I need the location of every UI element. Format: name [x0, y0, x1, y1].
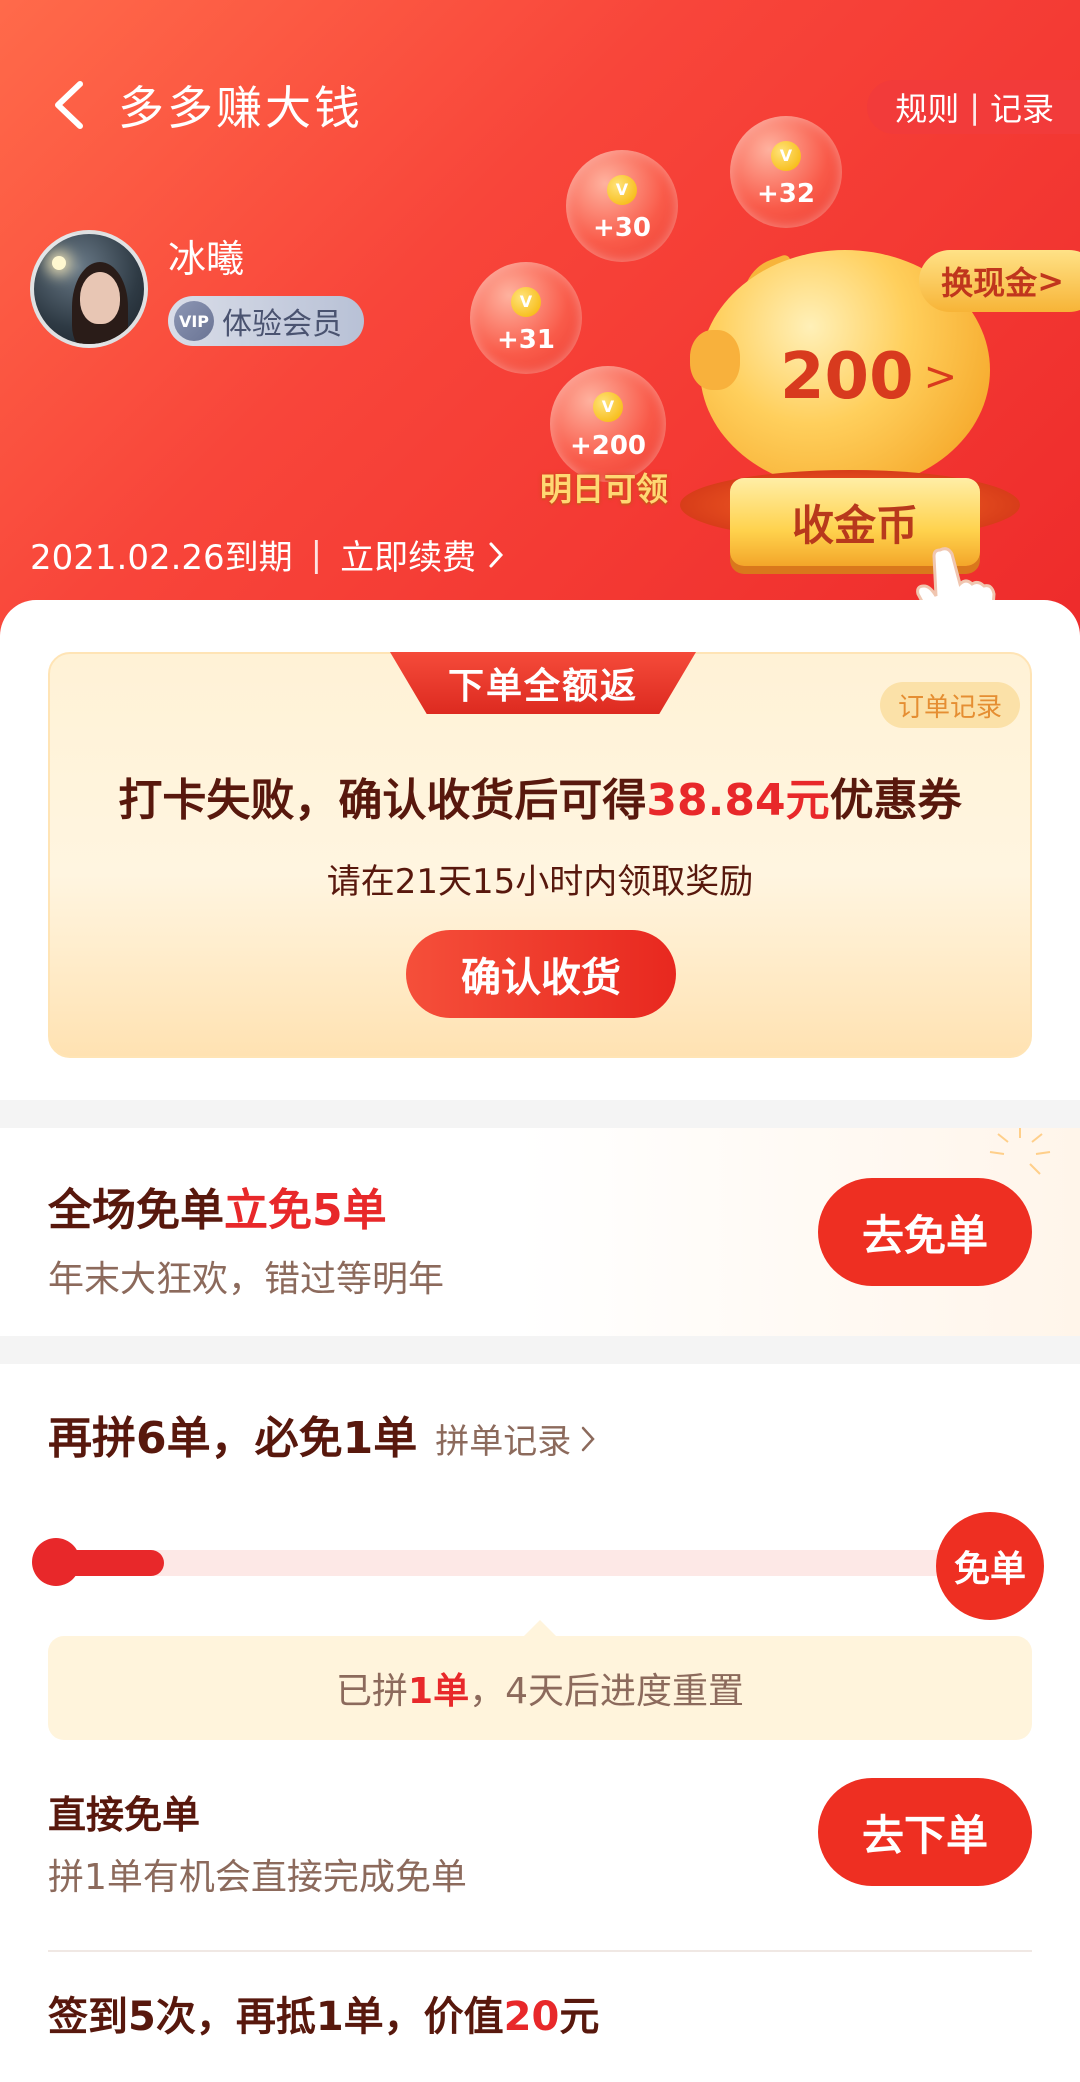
rules-records-pill: 规则 | 记录: [867, 80, 1080, 134]
free-goal-badge: 免单: [936, 1512, 1044, 1620]
rebate-deadline: 请在21天15小时内领取奖励: [326, 862, 754, 902]
confirm-receipt-button[interactable]: 确认收货: [406, 930, 676, 1018]
membership-expiry: 2021.02.26到期 | 立即续费: [30, 530, 504, 579]
free-promo-prefix: 全场免单: [48, 1185, 224, 1236]
coin-amount: +32: [757, 178, 815, 209]
piggy-coin-value[interactable]: 200 >: [780, 340, 957, 414]
expiry-separator: |: [310, 534, 323, 575]
vip-label: 体验会员: [222, 307, 342, 342]
note-prefix: 已拼: [336, 1671, 409, 1712]
page-title: 多多赚大钱: [118, 81, 363, 135]
exchange-arrow: >: [1037, 262, 1064, 300]
section-divider: [0, 1100, 1080, 1128]
avatar-face: [80, 272, 120, 324]
sign-suffix: 元: [559, 1994, 600, 2040]
main-content: 下单全额返 订单记录 打卡失败，确认收货后可得38.84元优惠券 请在21天15…: [0, 600, 1080, 2082]
free-promo-title: 全场免单立免5单: [48, 1174, 387, 1238]
group-record-label: 拼单记录: [435, 1422, 572, 1462]
vip-badge: VIP 体验会员: [168, 296, 364, 346]
vip-icon: VIP: [174, 301, 214, 341]
progress-note: 已拼 1单 ，4天后进度重置: [48, 1636, 1032, 1740]
free-promo-section: 全场免单立免5单 年末大狂欢，错过等明年 去免单: [0, 1128, 1080, 1336]
divider: [48, 1950, 1032, 1952]
coin-icon: V: [771, 140, 801, 171]
free-promo-subtitle: 年末大狂欢，错过等明年: [48, 1259, 445, 1300]
chevron-right-icon: [581, 1426, 595, 1451]
records-link[interactable]: 记录: [990, 84, 1054, 130]
piggy-snout: [690, 330, 740, 390]
free-promo-highlight: 立免5单: [224, 1185, 387, 1236]
expiry-date: 2021.02.26到期: [30, 538, 293, 578]
group-record-link[interactable]: 拼单记录: [435, 1414, 595, 1463]
coin-bubble[interactable]: V +31: [470, 262, 582, 374]
rebate-amount: 38.84元: [646, 775, 830, 826]
username: 冰曦: [168, 237, 245, 281]
group-buy-section: 再拼6单，必免1单 拼单记录 免单 已拼 1单 ，4天后进度重置 直接免单 拼1单有…: [0, 1364, 1080, 2082]
exchange-cash-button[interactable]: 换现金 >: [919, 250, 1080, 312]
rebate-title-prefix: 打卡失败，确认收货后可得: [118, 775, 647, 826]
coin-icon: V: [511, 286, 541, 317]
group-title: 再拼6单，必免1单 拼单记录: [48, 1402, 595, 1466]
renew-link[interactable]: 立即续费: [340, 530, 476, 579]
coin-amount: +31: [497, 324, 555, 355]
note-count: 1单: [408, 1671, 470, 1712]
sign-in-title: 签到5次，再抵1单，价值20元: [48, 1984, 599, 2042]
rebate-title: 打卡失败，确认收货后可得38.84元优惠券: [50, 764, 1030, 828]
direct-free-subtitle: 拼1单有机会直接完成免单: [48, 1857, 467, 1898]
section-divider: [0, 1336, 1080, 1364]
group-progress-bar: [32, 1538, 964, 1586]
avatar[interactable]: [30, 230, 148, 348]
group-title-text: 再拼6单，必免1单: [48, 1413, 418, 1464]
tomorrow-label: 明日可领: [540, 470, 669, 508]
direct-free-title: 直接免单: [48, 1793, 201, 1837]
coin-amount: +30: [593, 212, 651, 243]
piggy-arrow: >: [923, 354, 958, 400]
rules-separator: |: [969, 88, 980, 126]
coin-icon: V: [593, 391, 623, 422]
header-banner: 多多赚大钱 规则 | 记录 冰曦 VIP 体验会员 2021.02.26到期 |…: [0, 0, 1080, 640]
avatar-light: [52, 256, 66, 270]
back-arrow-icon[interactable]: [50, 80, 90, 130]
note-pointer: [524, 1620, 556, 1636]
coin-icon: V: [607, 174, 637, 205]
piggy-value-number: 200: [780, 340, 914, 414]
rebate-title-suffix: 优惠券: [829, 775, 962, 826]
place-order-button[interactable]: 去下单: [818, 1778, 1032, 1886]
rules-link[interactable]: 规则: [895, 84, 959, 130]
coin-bubble[interactable]: V +30: [566, 150, 678, 262]
go-free-button[interactable]: 去免单: [818, 1178, 1032, 1286]
sign-prefix: 签到5次，再抵1单，价值: [48, 1994, 504, 2040]
rebate-ribbon: 下单全额返: [390, 652, 696, 714]
progress-knob: [32, 1538, 80, 1586]
coin-amount: +200: [569, 430, 647, 461]
sign-amount: 20: [503, 1994, 560, 2040]
order-record-button[interactable]: 订单记录: [879, 682, 1020, 728]
exchange-label: 换现金: [941, 264, 1038, 302]
note-suffix: ，4天后进度重置: [469, 1671, 744, 1712]
rebate-card: 下单全额返 订单记录 打卡失败，确认收货后可得38.84元优惠券 请在21天15…: [48, 652, 1032, 1058]
coin-bubble[interactable]: V +32: [730, 116, 842, 228]
chevron-right-icon: [489, 542, 504, 567]
